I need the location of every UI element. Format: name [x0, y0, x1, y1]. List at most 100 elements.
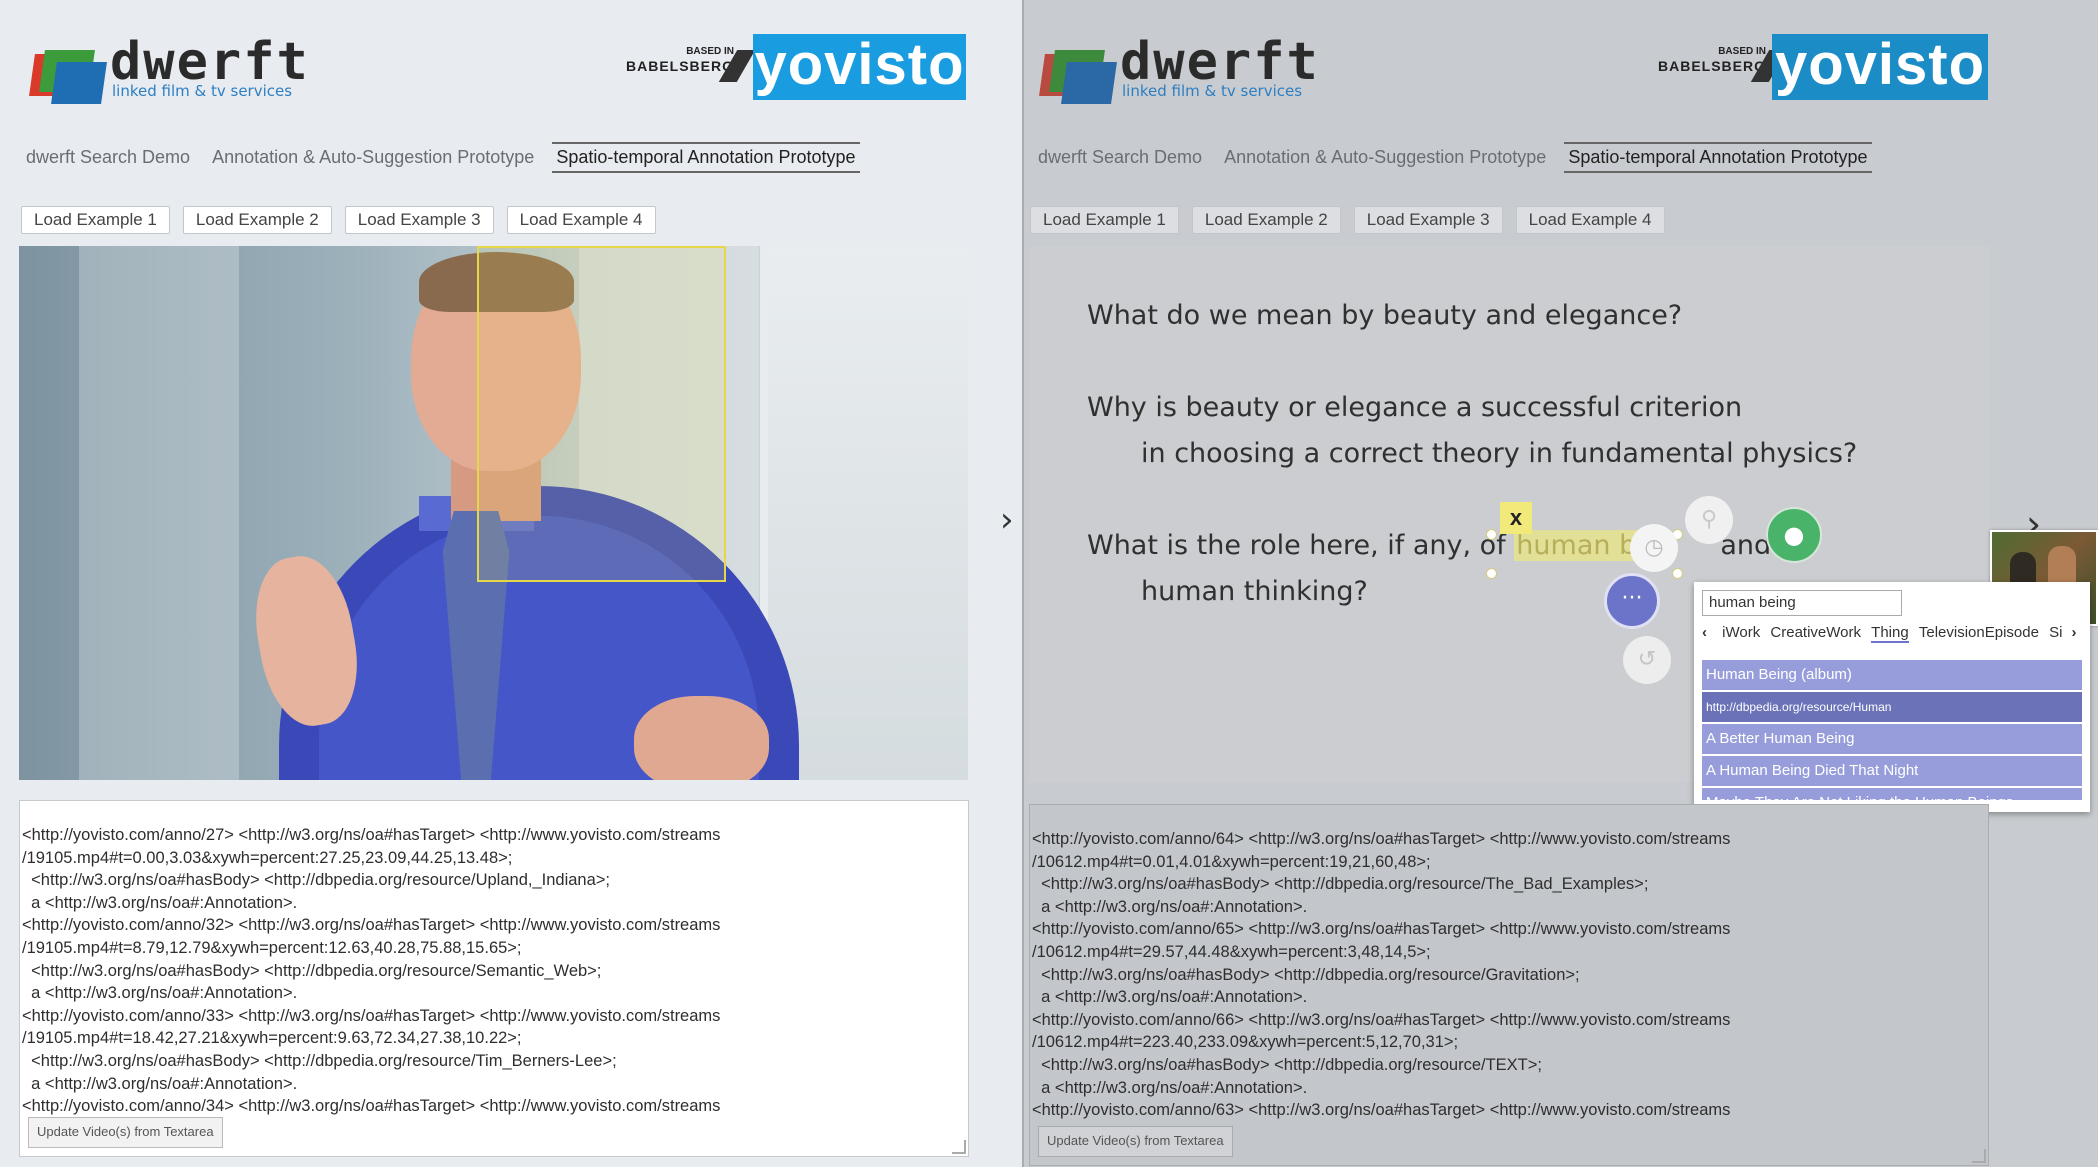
textarea-line: <http://yovisto.com/anno/33> <http://w3.… [22, 1006, 721, 1025]
textarea-line: a <http://w3.org/ns/oa#:Annotation>. [1032, 897, 1308, 916]
load-example-2-button[interactable]: Load Example 2 [1191, 206, 1341, 234]
clock-icon[interactable]: ◷ [1630, 524, 1678, 572]
textarea-line: <http://yovisto.com/anno/32> <http://w3.… [22, 916, 721, 935]
babelsberg-logo: BASED IN BABELSBERG [1646, 46, 1788, 86]
suggestion-item[interactable]: Maybe They Are Not Liking the Human Bein… [1702, 788, 2082, 800]
textarea-line: <http://w3.org/ns/oa#hasBody> <http://db… [22, 1051, 617, 1070]
left-panel: dwerft linked film & tv services BASED I… [0, 0, 1024, 1167]
load-example-3-button[interactable]: Load Example 3 [1353, 206, 1503, 234]
highlight-resize-handle[interactable] [1486, 529, 1497, 540]
tab-search-demo[interactable]: dwerft Search Demo [1034, 144, 1206, 171]
chevron-right-icon[interactable]: › [1000, 500, 1014, 540]
textarea-line: /19105.mp4#t=8.79,12.79&xywh=percent:12.… [22, 938, 522, 957]
slide-line-4-pre: What is the role here, if any, of [1087, 530, 1515, 561]
person-hand [634, 696, 769, 780]
babelsberg-logo: BASED IN BABELSBERG [614, 46, 756, 86]
suggestion-list: Human Being (album) http://dbpedia.org/r… [1702, 660, 2082, 800]
annotation-text: <http://yovisto.com/anno/27> <http://w3.… [22, 824, 968, 1118]
load-example-4-button[interactable]: Load Example 4 [506, 206, 656, 234]
yovisto-logo: yovisto [1772, 34, 1988, 100]
highlight-resize-handle[interactable] [1672, 568, 1683, 579]
type-filter[interactable]: TelevisionEpisode [1919, 624, 2039, 641]
annotation-bounding-box[interactable] [477, 246, 726, 582]
dwerft-logo-icon [26, 46, 107, 106]
undo-icon[interactable]: ↺ [1623, 636, 1671, 684]
example-buttons: Load Example 1 Load Example 2 Load Example… [1030, 206, 1678, 234]
tab-search-demo[interactable]: dwerft Search Demo [22, 144, 194, 171]
load-example-1-button[interactable]: Load Example 1 [21, 206, 170, 234]
textarea-line: /19105.mp4#t=0.00,3.03&xywh=percent:27.2… [22, 848, 513, 867]
resize-handle[interactable] [952, 1140, 966, 1154]
suggestion-item[interactable]: A Human Being Died That Night [1702, 756, 2082, 786]
slide-line-1: What do we mean by beauty and elegance? [1087, 300, 1683, 331]
tab-spatio-temporal[interactable]: Spatio-temporal Annotation Prototype [552, 142, 860, 173]
slide-line-2: Why is beauty or elegance a successful c… [1087, 392, 1743, 423]
resize-handle[interactable] [1972, 1149, 1986, 1163]
video-player-left[interactable] [19, 246, 968, 780]
textarea-line: <http://yovisto.com/anno/27> <http://w3.… [22, 826, 721, 844]
textarea-line: a <http://w3.org/ns/oa#:Annotation>. [1032, 1078, 1308, 1097]
textarea-line: <http://w3.org/ns/oa#hasBody> <http://db… [1032, 1055, 1542, 1074]
type-filter[interactable]: Si [2049, 624, 2062, 641]
example-buttons: Load Example 1 Load Example 2 Load Example… [21, 206, 669, 234]
dwerft-logo: dwerft linked film & tv services [1036, 34, 1318, 106]
type-filter-selected[interactable]: Thing [1871, 624, 1909, 643]
highlight-resize-handle[interactable] [1486, 568, 1497, 579]
textarea-line: /10612.mp4#t=29.57,44.48&xywh=percent:3,… [1032, 942, 1431, 961]
textarea-line: <http://w3.org/ns/oa#hasBody> <http://db… [1032, 875, 1649, 894]
update-videos-button[interactable]: Update Video(s) from Textarea [28, 1117, 223, 1148]
textarea-line: <http://w3.org/ns/oa#hasBody> <http://db… [22, 961, 602, 980]
textarea-line: /10612.mp4#t=223.40,233.09&xywh=percent:… [1032, 1033, 1459, 1052]
chevron-right-icon[interactable]: › [2066, 624, 2082, 641]
textarea-line: <http://w3.org/ns/oa#hasBody> <http://db… [22, 871, 610, 890]
textarea-line: <http://w3.org/ns/oa#hasBody> <http://db… [1032, 965, 1580, 984]
slide-line-3: in choosing a correct theory in fundamen… [1141, 438, 1858, 469]
close-annotation-button[interactable]: x [1500, 502, 1532, 534]
textarea-line: <http://yovisto.com/anno/34> <http://w3.… [22, 1097, 721, 1116]
textarea-line: a <http://w3.org/ns/oa#:Annotation>. [1032, 988, 1308, 1007]
textarea-line: /10612.mp4#t=0.01,4.01&xywh=percent:19,2… [1032, 852, 1431, 871]
more-icon[interactable]: ··· [1604, 573, 1660, 629]
location-pin-icon[interactable]: ⚲ [1685, 496, 1733, 544]
tab-spatio-temporal[interactable]: Spatio-temporal Annotation Prototype [1564, 142, 1872, 173]
annotation-text: <http://yovisto.com/anno/64> <http://w3.… [1032, 828, 1988, 1122]
load-example-2-button[interactable]: Load Example 2 [182, 206, 332, 234]
textarea-line: <http://yovisto.com/anno/63> <http://w3.… [1032, 1101, 1731, 1120]
babelsberg-big: BABELSBERG [1657, 58, 1766, 74]
update-videos-button[interactable]: Update Video(s) from Textarea [1038, 1126, 1233, 1157]
textarea-line: a <http://w3.org/ns/oa#:Annotation>. [22, 984, 298, 1003]
load-example-1-button[interactable]: Load Example 1 [1030, 206, 1179, 234]
slide-line-5: human thinking? [1141, 576, 1368, 607]
textarea-line: <http://yovisto.com/anno/65> <http://w3.… [1032, 920, 1731, 939]
dwerft-logo-icon [1036, 46, 1117, 106]
chevron-left-icon[interactable]: ‹ [1702, 624, 1718, 641]
type-filter[interactable]: iWork [1722, 624, 1760, 641]
load-example-3-button[interactable]: Load Example 3 [344, 206, 494, 234]
textarea-line: a <http://w3.org/ns/oa#:Annotation>. [22, 893, 298, 912]
annotation-textarea[interactable]: <http://yovisto.com/anno/64> <http://w3.… [1029, 804, 1989, 1166]
logo-tagline: linked film & tv services [1122, 82, 1303, 100]
type-filter-bar: ‹ iWork CreativeWork Thing TelevisionEpi… [1702, 624, 2082, 646]
suggest-search-input[interactable]: human being [1702, 590, 1902, 616]
load-example-4-button[interactable]: Load Example 4 [1515, 206, 1665, 234]
babelsberg-small: BASED IN [1718, 46, 1766, 57]
suggestion-item[interactable]: Human Being (album) [1702, 660, 2082, 690]
babelsberg-big: BABELSBERG [625, 58, 734, 74]
tab-annotation-prototype[interactable]: Annotation & Auto-Suggestion Prototype [1220, 144, 1550, 171]
person-icon[interactable]: ● [1766, 507, 1822, 563]
annotation-textarea[interactable]: <http://yovisto.com/anno/27> <http://w3.… [19, 800, 969, 1157]
textarea-line: a <http://w3.org/ns/oa#:Annotation>. [22, 1074, 298, 1093]
textarea-line: /19105.mp4#t=18.42,27.21&xywh=percent:9.… [22, 1029, 522, 1048]
suggestion-item[interactable]: A Better Human Being [1702, 724, 2082, 754]
suggestion-item-uri[interactable]: http://dbpedia.org/resource/Human [1702, 692, 2082, 722]
type-filter[interactable]: CreativeWork [1770, 624, 1861, 641]
nav-tabs: dwerft Search Demo Annotation & Auto-Sugg… [22, 142, 874, 173]
logo-tagline: linked film & tv services [112, 82, 293, 100]
textarea-line: <http://yovisto.com/anno/66> <http://w3.… [1032, 1010, 1731, 1029]
babelsberg-small: BASED IN [686, 46, 734, 57]
dwerft-logo: dwerft linked film & tv services [26, 34, 308, 106]
textarea-line: <http://yovisto.com/anno/64> <http://w3.… [1032, 830, 1731, 848]
auto-suggest-popup: human being ‹ iWork CreativeWork Thing T… [1694, 582, 2090, 812]
nav-tabs: dwerft Search Demo Annotation & Auto-Sugg… [1034, 142, 1886, 173]
tab-annotation-prototype[interactable]: Annotation & Auto-Suggestion Prototype [208, 144, 538, 171]
